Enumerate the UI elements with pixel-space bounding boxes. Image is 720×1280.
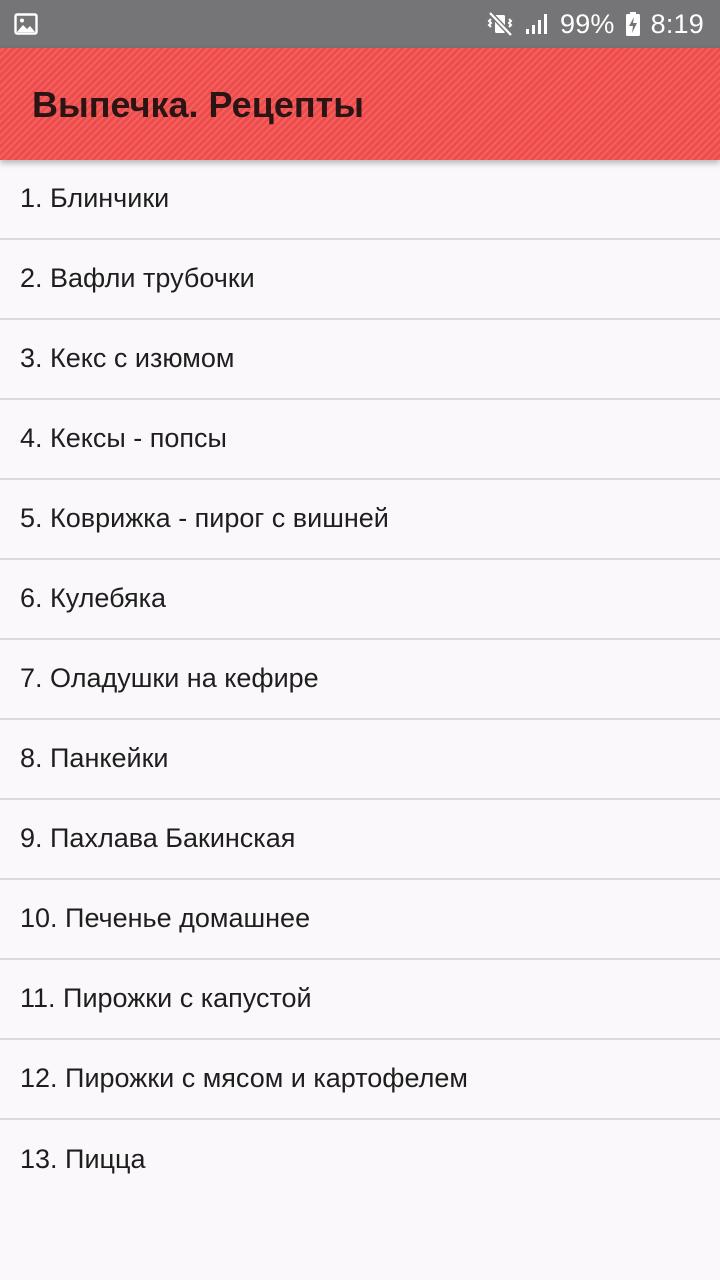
page-title: Выпечка. Рецепты — [32, 84, 364, 125]
list-item[interactable]: 7. Оладушки на кефире — [0, 640, 720, 720]
list-item-label: 6. Кулебяка — [20, 582, 167, 613]
list-item[interactable]: 5. Коврижка - пирог с вишней — [0, 480, 720, 560]
list-item-label: 2. Вафли трубочки — [20, 262, 255, 293]
list-item-label: 5. Коврижка - пирог с вишней — [20, 502, 389, 533]
list-item-label: 8. Панкейки — [20, 742, 169, 773]
list-item[interactable]: 3. Кекс с изюмом — [0, 320, 720, 400]
list-item[interactable]: 12. Пирожки с мясом и картофелем — [0, 1040, 720, 1120]
list-item-label: 12. Пирожки с мясом и картофелем — [20, 1062, 468, 1093]
clock: 8:19 — [650, 9, 704, 39]
list-item-label: 9. Пахлава Бакинская — [20, 822, 296, 853]
battery-charging-icon — [625, 10, 641, 38]
list-item-label: 4. Кексы - попсы — [20, 422, 227, 453]
gallery-notification-icon — [14, 12, 38, 36]
status-bar: 99% 8:19 — [0, 0, 720, 48]
list-item[interactable]: 2. Вафли трубочки — [0, 240, 720, 320]
list-item[interactable]: 9. Пахлава Бакинская — [0, 800, 720, 880]
list-item-label: 10. Печенье домашнее — [20, 902, 311, 933]
list-item[interactable]: 1. Блинчики — [0, 160, 720, 240]
list-item-label: 11. Пирожки с капустой — [20, 982, 312, 1013]
list-item[interactable]: 6. Кулебяка — [0, 560, 720, 640]
status-indicators: 99% 8:19 — [486, 0, 704, 48]
list-item[interactable]: 11. Пирожки с капустой — [0, 960, 720, 1040]
list-item-label: 13. Пицца — [20, 1143, 146, 1174]
list-item-label: 7. Оладушки на кефире — [20, 662, 319, 693]
list-item[interactable]: 8. Панкейки — [0, 720, 720, 800]
app-bar: Выпечка. Рецепты — [0, 48, 720, 160]
list-item-label: 1. Блинчики — [20, 182, 170, 213]
list-item[interactable]: 10. Печенье домашнее — [0, 880, 720, 960]
signal-icon — [524, 11, 550, 37]
list-item[interactable]: 13. Пицца — [0, 1120, 720, 1200]
list-item[interactable]: 4. Кексы - попсы — [0, 400, 720, 480]
mute-vibrate-icon — [486, 10, 514, 38]
list-item-label: 3. Кекс с изюмом — [20, 342, 235, 373]
battery-percentage: 99% — [560, 9, 615, 39]
recipe-list: 1. Блинчики 2. Вафли трубочки 3. Кекс с … — [0, 160, 720, 1200]
